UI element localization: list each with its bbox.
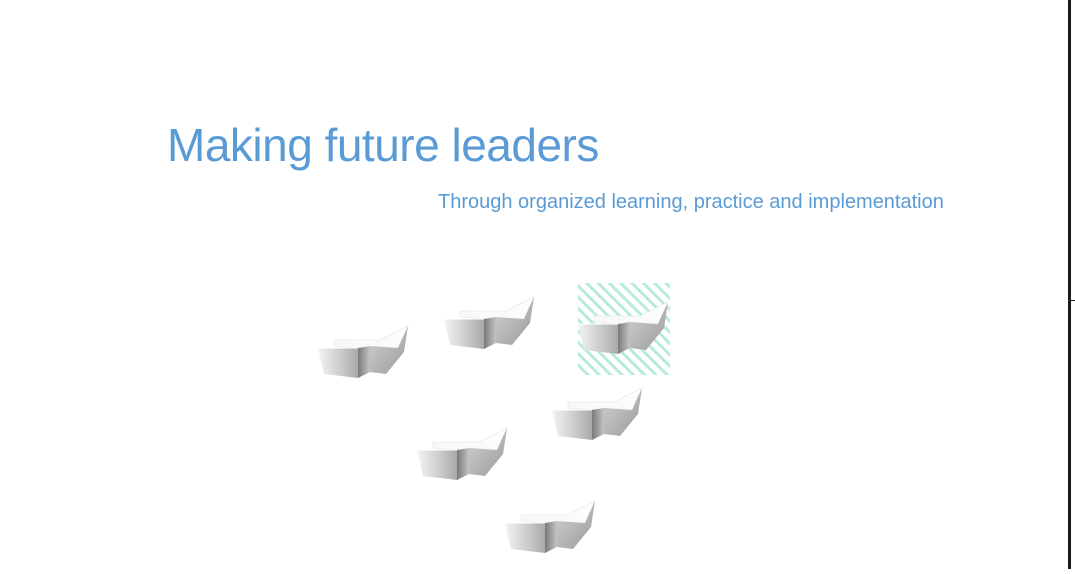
window-right-border	[1068, 0, 1071, 569]
arrow-1-icon[interactable]	[317, 325, 409, 379]
arrow-5-icon[interactable]	[416, 427, 508, 481]
arrow-2-icon[interactable]	[443, 296, 535, 350]
arrow-4-icon[interactable]	[551, 387, 643, 441]
arrows-graphic	[300, 270, 700, 569]
slide-subtitle[interactable]: Through organized learning, practice and…	[438, 191, 944, 214]
arrow-6-icon[interactable]	[504, 500, 596, 554]
scrollbar-marker	[1071, 300, 1075, 301]
arrows-graphic-svg	[317, 283, 670, 554]
slide-canvas[interactable]: Making future leaders Through organized …	[0, 0, 1068, 569]
slide-title[interactable]: Making future leaders	[167, 118, 599, 172]
